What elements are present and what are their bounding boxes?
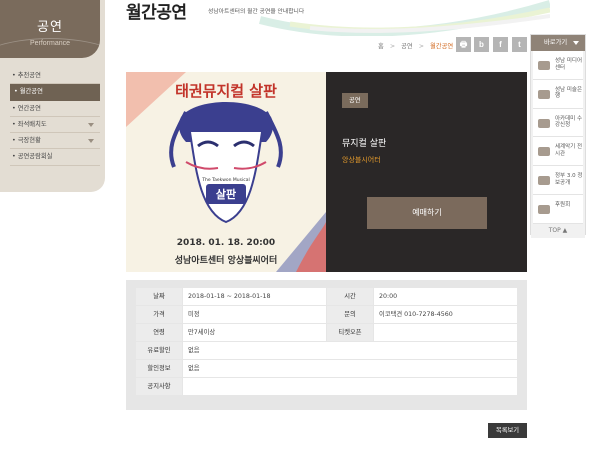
quick-item-instrument-hall[interactable]: 세계악기 전시관	[533, 137, 583, 167]
show-title: 뮤지컬 살판	[342, 139, 387, 149]
print-icon[interactable]: 🖶	[456, 37, 471, 52]
discount-info-value: 없음	[183, 360, 517, 377]
poster-title: 태권뮤지컬 살판	[175, 82, 277, 100]
gov3-icon	[538, 176, 550, 186]
quick-item-label: 성남 미술은행	[555, 86, 583, 100]
price-value: 미정	[183, 306, 326, 323]
price-label: 가격	[136, 306, 182, 323]
quick-item-label: 세계악기 전시관	[555, 144, 583, 157]
breadcrumb-separator: >	[389, 43, 396, 50]
breadcrumb-performance[interactable]: 공연	[401, 43, 413, 50]
discount-info-label: 할인정보	[136, 360, 182, 377]
show-poster: 태권뮤지컬 살판 The Taekwon Musical 살판 2018. 01…	[126, 72, 326, 272]
show-venue: 앙상블시어터	[342, 156, 381, 164]
quick-item-academy[interactable]: 아카데미 수강신청	[533, 108, 583, 138]
genre-badge: 공연	[342, 93, 368, 108]
back-to-list-button[interactable]: 목록보기	[488, 423, 527, 438]
table-row: 할인정보 없음	[136, 360, 517, 377]
contact-label: 문의	[327, 306, 373, 323]
contact-value: 이코택견 010-7278-4560	[374, 306, 517, 323]
sidebar-item-exhibition[interactable]: • 공연공람회실	[10, 149, 100, 166]
table-row: 연령 만7세이상 티켓오픈	[136, 324, 517, 341]
quick-item-label: 정부 3.0 정보공개	[555, 173, 583, 186]
sidebar-menu: • 추천공연 • 월간공연 • 연간공연 • 좌석배치도 • 극장현황 • 공연…	[10, 68, 100, 166]
table-row: 공지사항	[136, 378, 517, 395]
age-value: 만7세이상	[183, 324, 326, 341]
sidebar-title-block: 공연 Performance	[0, 0, 100, 58]
sidebar-item-yearly[interactable]: • 연간공연	[10, 101, 100, 117]
media-center-icon	[538, 61, 550, 70]
quick-item-label: 성남 미디어센터	[555, 58, 583, 71]
sidebar-item-monthly[interactable]: • 월간공연	[10, 84, 100, 101]
breadcrumb: 홈 > 공연 > 월간공연	[378, 41, 457, 50]
blog-share-icon[interactable]: b	[474, 37, 489, 52]
poster-venue: 성남아트센터 앙상블씨어터	[174, 256, 278, 266]
notice-label: 공지사항	[136, 378, 182, 395]
date-value: 2018-01-18 ~ 2018-01-18	[183, 288, 326, 305]
art-bank-icon	[538, 89, 550, 99]
ticket-open-label: 티켓오픈	[327, 324, 373, 341]
paid-discount-value: 없음	[183, 342, 517, 359]
sidebar-item-seating-label: • 좌석배치도	[12, 120, 47, 128]
time-label: 시간	[327, 288, 373, 305]
sidebar-item-recommended[interactable]: • 추천공연	[10, 68, 100, 85]
ticket-open-value	[374, 324, 517, 341]
quick-menu: 바로가기 성남 미디어센터 성남 미술은행 아카데미 수강신청 세계악기 전시관…	[530, 34, 586, 238]
twitter-share-icon[interactable]: t	[512, 37, 527, 52]
quick-menu-title[interactable]: 바로가기	[531, 35, 585, 51]
chevron-down-icon	[88, 139, 94, 144]
poster-inner-title: 살판	[215, 188, 237, 201]
academy-icon	[538, 118, 550, 128]
date-label: 날짜	[136, 288, 182, 305]
sponsor-icon	[538, 204, 550, 214]
instrument-icon	[538, 147, 550, 157]
table-row: 유료할인 없음	[136, 342, 517, 359]
sidebar-subtitle: Performance	[29, 40, 71, 47]
show-detail-table: 날짜 2018-01-18 ~ 2018-01-18 시간 20:00 가격 미…	[126, 280, 527, 410]
sidebar-title: 공연	[37, 20, 63, 35]
age-label: 연령	[136, 324, 182, 341]
sidebar-item-theaters-label: • 극장현황	[12, 137, 41, 145]
page-title: 월간공연	[126, 3, 187, 23]
table-row: 가격 미정 문의 이코택견 010-7278-4560	[136, 306, 517, 323]
scroll-top-button[interactable]: TOP ▲	[531, 223, 585, 238]
chevron-down-icon	[88, 122, 94, 127]
page-description: 성남아트센터의 월간 공연을 안내합니다	[208, 9, 305, 15]
facebook-share-icon[interactable]: f	[493, 37, 508, 52]
book-button[interactable]: 예매하기	[367, 197, 487, 229]
quick-item-art-bank[interactable]: 성남 미술은행	[533, 79, 583, 109]
poster-date: 2018. 01. 18. 20:00	[176, 238, 276, 248]
sidebar-item-theaters[interactable]: • 극장현황	[10, 133, 100, 150]
left-sidebar: 공연 Performance • 추천공연 • 월간공연 • 연간공연 • 좌석…	[0, 0, 105, 192]
sidebar-item-seating[interactable]: • 좌석배치도	[10, 117, 100, 134]
time-value: 20:00	[374, 288, 517, 305]
paid-discount-label: 유료할인	[136, 342, 182, 359]
poster-tagline: The Taekwon Musical	[202, 178, 250, 183]
quick-item-label: 아카데미 수강신청	[555, 115, 583, 129]
quick-item-media-center[interactable]: 성남 미디어센터	[533, 51, 583, 80]
breadcrumb-home[interactable]: 홈	[378, 43, 384, 50]
quick-item-label: 후원회	[555, 201, 571, 208]
quick-item-gov-info[interactable]: 정부 3.0 정보공개	[533, 166, 583, 195]
show-info-panel: 공연 뮤지컬 살판 앙상블시어터 예매하기	[326, 72, 527, 272]
table-row: 날짜 2018-01-18 ~ 2018-01-18 시간 20:00	[136, 288, 517, 305]
breadcrumb-current: 월간공연	[430, 43, 454, 50]
notice-value	[183, 378, 517, 395]
quick-item-sponsor[interactable]: 후원회	[533, 194, 583, 224]
breadcrumb-separator: >	[418, 43, 424, 50]
